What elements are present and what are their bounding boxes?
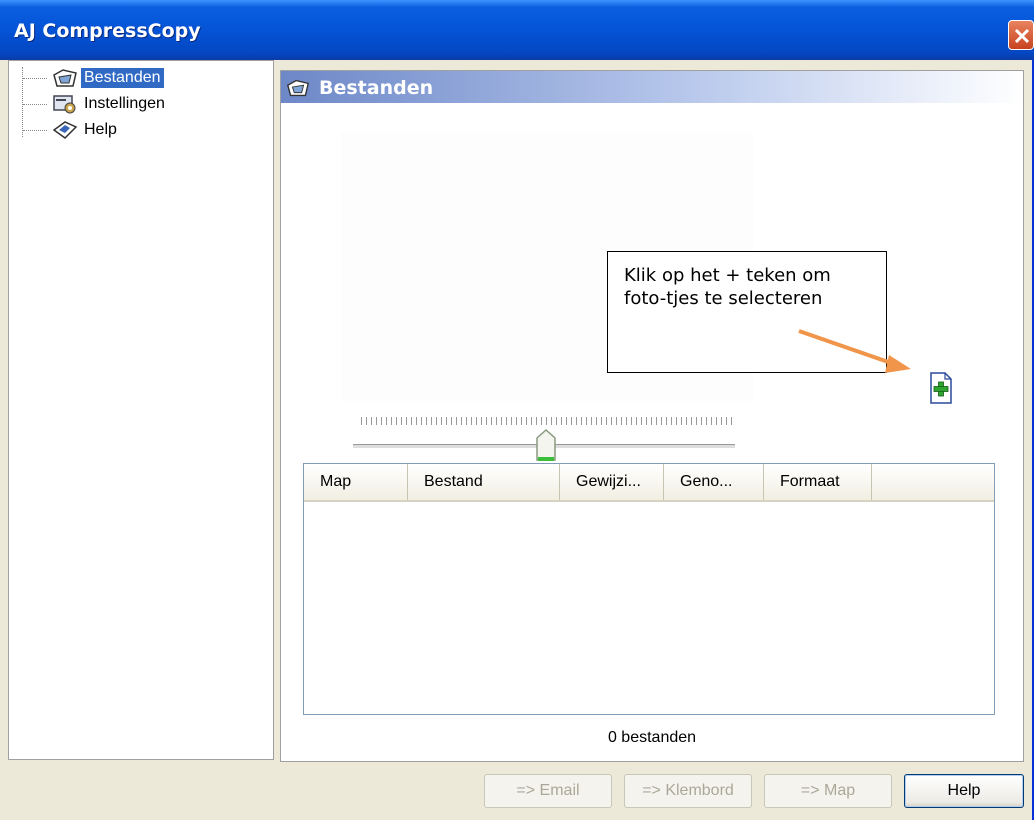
column-formaat[interactable]: Formaat [764,464,872,500]
app-window: AJ CompressCopy Bestanden Instellingen H… [0,0,1034,820]
folder-pictures-icon [53,69,77,87]
window-title: AJ CompressCopy [14,20,201,42]
panel-header: Bestanden [281,71,1023,103]
help-book-icon [52,121,78,139]
tree-item-help[interactable]: Help [23,119,120,141]
column-map[interactable]: Map [304,464,408,500]
tree-item-label: Help [84,121,117,138]
file-list-header: Map Bestand Gewijzi... Geno... Formaat [304,464,994,502]
panel-title: Bestanden [319,77,434,99]
tree-item-label: Bestanden [81,68,164,88]
email-button[interactable]: => Email [484,774,612,808]
column-bestand[interactable]: Bestand [408,464,560,500]
column-genomen[interactable]: Geno... [664,464,764,500]
close-icon [1014,28,1030,44]
folder-pictures-icon [286,79,310,97]
zoom-slider-thumb[interactable] [535,428,557,464]
pointer-arrow [798,329,911,373]
column-gewijzigd[interactable]: Gewijzi... [560,464,664,500]
navigation-tree: Bestanden Instellingen Help [8,60,274,760]
tree-item-instellingen[interactable]: Instellingen [23,93,168,115]
map-button[interactable]: => Map [764,774,892,808]
zoom-slider-ticks [361,417,735,425]
settings-icon [53,95,76,114]
callout-text: Klik op het + teken om foto-tjes te sele… [624,265,831,309]
bestanden-panel: Bestanden Klik op het + teken om foto-tj… [280,70,1024,762]
file-count-status: 0 bestanden [607,729,697,746]
tree-item-label: Instellingen [84,95,165,112]
add-files-button[interactable] [929,371,953,405]
close-button[interactable] [1008,20,1034,50]
tree-item-bestanden[interactable]: Bestanden [23,67,164,89]
file-list[interactable]: Map Bestand Gewijzi... Geno... Formaat [303,463,995,715]
title-bar[interactable]: AJ CompressCopy [0,0,1034,60]
klembord-button[interactable]: => Klembord [624,774,752,808]
help-button[interactable]: Help [904,774,1024,808]
